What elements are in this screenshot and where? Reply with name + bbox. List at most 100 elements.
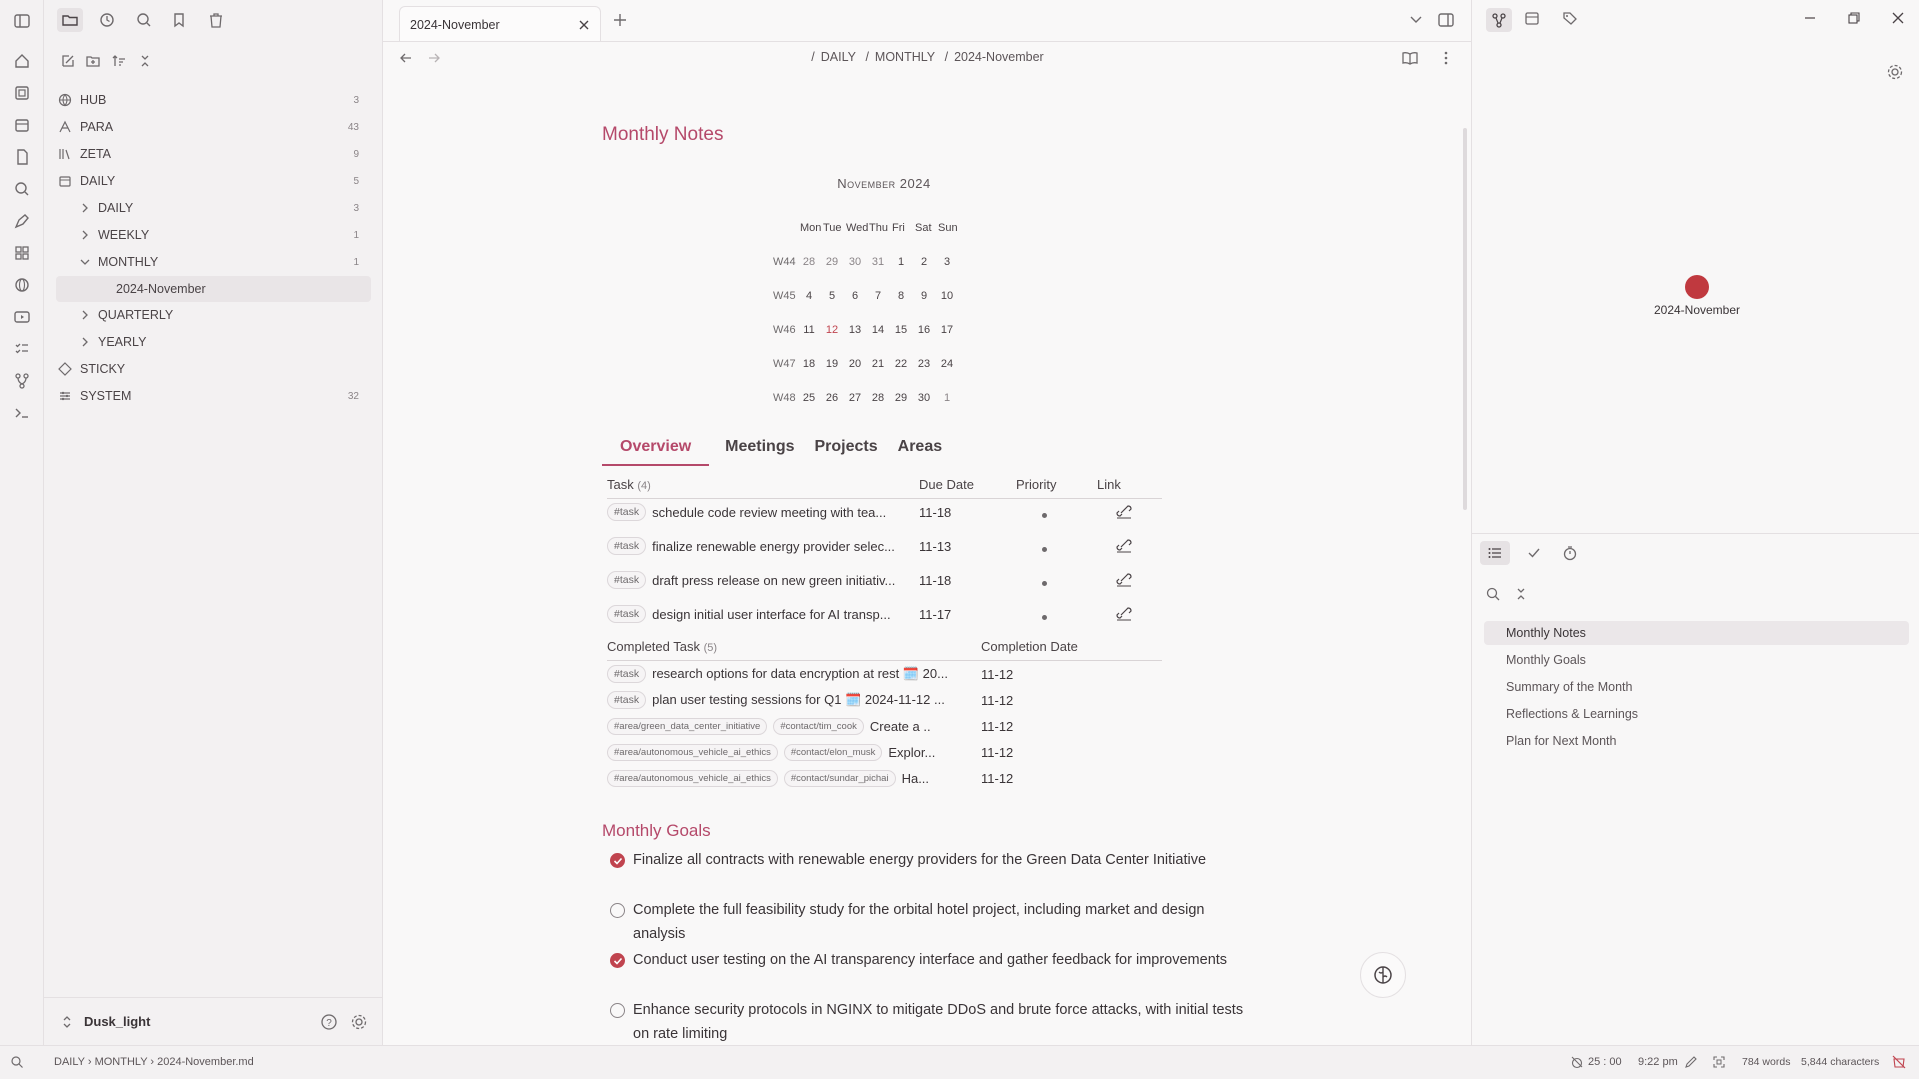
folder-hub[interactable]: HUB 3 (56, 87, 371, 113)
calendar-day[interactable]: 27 (843, 392, 867, 404)
calendar-day[interactable]: 11 (797, 324, 821, 336)
task-text[interactable]: design initial user interface for AI tra… (652, 607, 922, 622)
calendar-day[interactable]: 22 (889, 358, 913, 370)
task-text[interactable]: plan user testing sessions for Q1 🗓️ 202… (652, 692, 952, 708)
ai-assistant-button[interactable] (1360, 952, 1406, 998)
calendar-day[interactable]: 2 (912, 256, 936, 268)
vault-name[interactable]: Dusk_light (84, 1014, 150, 1029)
chevron-right-icon[interactable] (78, 201, 92, 215)
tab-areas[interactable]: Areas (896, 432, 960, 466)
calendar-day[interactable]: 28 (797, 256, 821, 268)
calendar-day[interactable]: 17 (935, 324, 959, 336)
document-search-icon[interactable] (11, 146, 33, 168)
chevron-up-down-icon[interactable] (60, 1015, 74, 1029)
folder-system[interactable]: SYSTEM 32 (56, 383, 371, 409)
path-item[interactable]: 2024-November.md (157, 1056, 254, 1068)
sort-icon[interactable] (107, 49, 131, 73)
folder-monthly[interactable]: MONTHLY 1 (56, 249, 371, 275)
check-icon[interactable] (1526, 545, 1542, 561)
globe-icon[interactable] (11, 274, 33, 296)
folder-daily[interactable]: DAILY 5 (56, 168, 371, 194)
calendar-day[interactable]: 10 (935, 290, 959, 302)
dashboard-icon[interactable] (11, 242, 33, 264)
path-item[interactable]: MONTHLY (95, 1056, 148, 1068)
chevron-right-icon[interactable] (78, 308, 92, 322)
collapse-all-icon[interactable] (1513, 586, 1529, 602)
split-view-icon[interactable] (1437, 11, 1455, 29)
task-tag[interactable]: #area/autonomous_vehicle_ai_ethics (607, 769, 778, 787)
task-tag[interactable]: #task (607, 665, 647, 683)
folder-weekly[interactable]: WEEKLY 1 (56, 222, 371, 248)
trash-icon[interactable] (203, 8, 229, 32)
chevron-down-icon[interactable] (78, 255, 92, 269)
calendar-day[interactable]: 28 (866, 392, 890, 404)
link-icon[interactable] (1115, 503, 1133, 519)
new-folder-icon[interactable] (81, 49, 105, 73)
chevron-down-icon[interactable] (1409, 12, 1423, 26)
calendar-week-number[interactable]: W46 (773, 324, 796, 336)
task-tag[interactable]: #task (607, 503, 647, 521)
calendar-day[interactable]: 23 (912, 358, 936, 370)
task-tag[interactable]: #area/green_data_center_initiative (607, 717, 768, 735)
outline-item-summary[interactable]: Summary of the Month (1484, 675, 1909, 699)
task-tag[interactable]: #area/autonomous_vehicle_ai_ethics (607, 743, 778, 761)
calendar-week-number[interactable]: W45 (773, 290, 796, 302)
terminal-icon[interactable] (11, 402, 33, 424)
calendar-day[interactable]: 6 (843, 290, 867, 302)
task-tag[interactable]: #task (607, 605, 647, 623)
tags-icon[interactable] (1562, 10, 1580, 26)
outline-icon[interactable] (1480, 541, 1510, 565)
folder-para[interactable]: PARA 43 (56, 114, 371, 140)
calendar-day[interactable]: 21 (866, 358, 890, 370)
more-options-icon[interactable] (1437, 49, 1455, 67)
link-icon[interactable] (1115, 571, 1133, 587)
folder-sticky[interactable]: STICKY (56, 356, 371, 382)
tab-meetings[interactable]: Meetings (709, 432, 812, 466)
git-branch-icon[interactable] (11, 370, 33, 392)
calendar-week-number[interactable]: W47 (773, 358, 796, 370)
calendar-day[interactable]: 1 (889, 256, 913, 268)
folder-quarterly[interactable]: QUARTERLY (56, 302, 371, 328)
link-icon[interactable] (1115, 537, 1133, 553)
bookmark-icon[interactable] (166, 8, 192, 32)
folder-zeta[interactable]: ZETA 9 (56, 141, 371, 167)
timer-off-icon[interactable] (1570, 1055, 1584, 1069)
calendar-day[interactable]: 20 (843, 358, 867, 370)
graph-node[interactable] (1685, 275, 1709, 299)
scrollbar[interactable] (1463, 128, 1467, 510)
outline-item-plan[interactable]: Plan for Next Month (1484, 729, 1909, 753)
sync-off-icon[interactable] (1892, 1055, 1906, 1069)
task-text[interactable]: draft press release on new green initiat… (652, 573, 922, 588)
task-text[interactable]: finalize renewable energy provider selec… (652, 539, 922, 554)
breadcrumb-item[interactable]: MONTHLY (875, 50, 935, 64)
calendar-day[interactable]: 8 (889, 290, 913, 302)
calendar-day[interactable]: 13 (843, 324, 867, 336)
checklist-icon[interactable] (11, 338, 33, 360)
calendar-icon[interactable] (11, 114, 33, 136)
calendar-icon[interactable] (1524, 10, 1540, 26)
search-icon[interactable] (1485, 586, 1501, 602)
calendar-day[interactable]: 3 (935, 256, 959, 268)
task-text[interactable]: Ha... (902, 771, 962, 786)
timer-icon[interactable] (1562, 545, 1578, 561)
breadcrumb-item[interactable]: DAILY (821, 50, 856, 64)
clock-icon[interactable] (94, 8, 120, 32)
search-icon[interactable] (11, 178, 33, 200)
graph-settings-icon[interactable] (1886, 63, 1904, 81)
calendar-day[interactable]: 25 (797, 392, 821, 404)
goal-checkbox[interactable] (610, 953, 625, 968)
graph-view-icon[interactable] (1486, 8, 1512, 32)
file-2024-november[interactable]: 2024-November (56, 276, 371, 302)
search-icon[interactable] (131, 8, 157, 32)
calendar-day[interactable]: 4 (797, 290, 821, 302)
folder-yearly[interactable]: YEARLY (56, 329, 371, 355)
chevron-right-icon[interactable] (78, 335, 92, 349)
home-icon[interactable] (11, 50, 33, 72)
calendar-week-number[interactable]: W44 (773, 256, 796, 268)
new-note-icon[interactable] (56, 49, 80, 73)
calendar-day[interactable]: 14 (866, 324, 890, 336)
calendar-day[interactable]: 9 (912, 290, 936, 302)
goal-checkbox[interactable] (610, 853, 625, 868)
restore-icon[interactable] (1848, 12, 1860, 24)
folder-daily-sub[interactable]: DAILY 3 (56, 195, 371, 221)
